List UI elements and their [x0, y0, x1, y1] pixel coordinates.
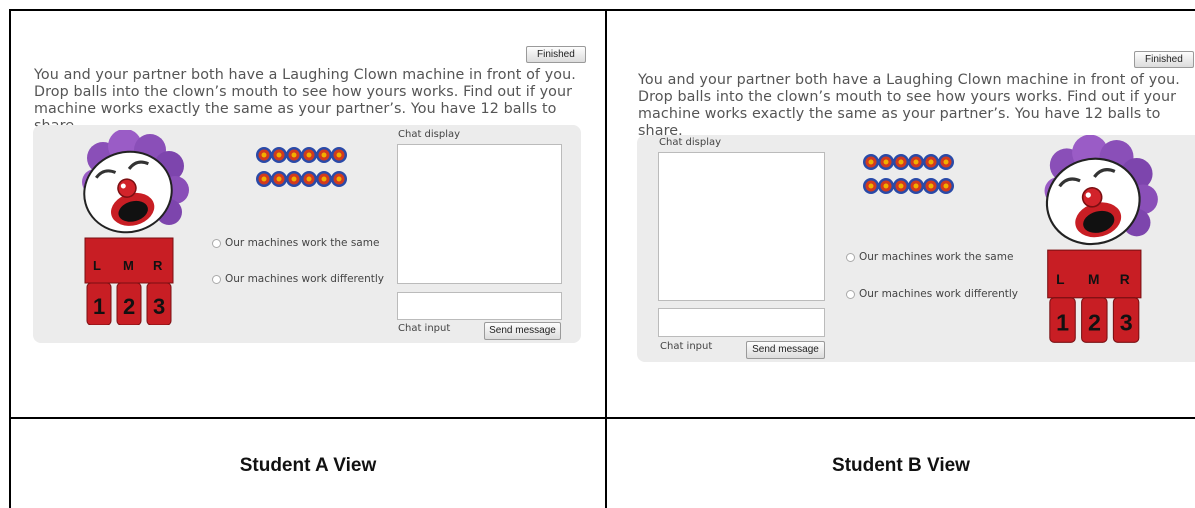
student-b-view: Finished You and your partner both have … [607, 11, 1195, 417]
column-letter: R [153, 258, 163, 273]
chat-display[interactable] [397, 144, 562, 284]
radio-label: Our machines work differently [859, 288, 1018, 300]
ball[interactable] [938, 178, 954, 194]
ball[interactable] [938, 154, 954, 170]
ball[interactable] [271, 171, 287, 187]
ball[interactable] [908, 154, 924, 170]
caption-student-a: Student A View [239, 455, 377, 476]
radio-button[interactable] [846, 252, 855, 262]
column-letter: M [1088, 272, 1099, 287]
ball[interactable] [878, 178, 894, 194]
radio-machines-same[interactable]: Our machines work the same [212, 237, 379, 249]
chat-display-label: Chat display [398, 129, 461, 140]
column-number: 2 [1088, 310, 1101, 336]
ball[interactable] [908, 178, 924, 194]
column-letter: L [93, 258, 101, 273]
clown-body: L M R 1 2 3 [84, 237, 174, 325]
ball[interactable] [331, 147, 347, 163]
ball[interactable] [316, 171, 332, 187]
radio-label: Our machines work the same [225, 237, 380, 249]
chat-input[interactable] [658, 308, 825, 337]
radio-button[interactable] [846, 289, 855, 299]
ball[interactable] [863, 154, 879, 170]
radio-machines-different[interactable]: Our machines work differently [212, 273, 384, 285]
ball[interactable] [256, 171, 272, 187]
column-letter: M [123, 258, 134, 273]
chat-input-label: Chat input [398, 323, 451, 334]
ball[interactable] [331, 171, 347, 187]
student-a-view: Finished You and your partner both have … [11, 11, 605, 417]
ball[interactable] [923, 154, 939, 170]
ball[interactable] [301, 147, 317, 163]
ball[interactable] [863, 178, 879, 194]
chat-display-label: Chat display [659, 137, 722, 148]
column-number: 2 [123, 294, 135, 319]
chat-display[interactable] [658, 152, 825, 301]
column-letter: R [1120, 272, 1130, 287]
clown-body: L M R 1 2 3 [1047, 249, 1142, 343]
ball[interactable] [301, 171, 317, 187]
radio-label: Our machines work the same [859, 251, 1014, 263]
send-message-button[interactable]: Send message [746, 341, 825, 359]
ball-supply[interactable] [256, 146, 348, 196]
radio-machines-different[interactable]: Our machines work differently [846, 288, 1018, 300]
ball[interactable] [256, 147, 272, 163]
ball[interactable] [286, 147, 302, 163]
send-message-button[interactable]: Send message [484, 322, 561, 340]
laughing-clown-machine[interactable]: L M R 1 2 3 [1035, 135, 1160, 343]
ball[interactable] [271, 147, 287, 163]
laughing-clown-machine[interactable]: L M R 1 2 3 [73, 130, 191, 325]
radio-button[interactable] [212, 274, 221, 284]
radio-label: Our machines work differently [225, 273, 384, 285]
ball[interactable] [316, 147, 332, 163]
column-letter: L [1056, 272, 1064, 287]
ball[interactable] [286, 171, 302, 187]
column-number: 3 [153, 294, 165, 319]
radio-button[interactable] [212, 238, 221, 248]
table-divider-horizontal [9, 417, 1195, 419]
ball[interactable] [893, 178, 909, 194]
caption-student-b: Student B View [832, 455, 970, 476]
chat-input[interactable] [397, 292, 562, 320]
ball[interactable] [923, 178, 939, 194]
column-number: 1 [1056, 310, 1069, 336]
ball-supply[interactable] [863, 153, 955, 203]
chat-input-label: Chat input [660, 341, 713, 352]
column-number: 3 [1120, 310, 1133, 336]
finished-button[interactable]: Finished [1134, 51, 1194, 68]
task-prompt: You and your partner both have a Laughin… [638, 72, 1180, 139]
radio-machines-same[interactable]: Our machines work the same [846, 251, 1013, 263]
finished-button[interactable]: Finished [526, 46, 586, 63]
ball[interactable] [893, 154, 909, 170]
ball[interactable] [878, 154, 894, 170]
column-number: 1 [93, 294, 105, 319]
